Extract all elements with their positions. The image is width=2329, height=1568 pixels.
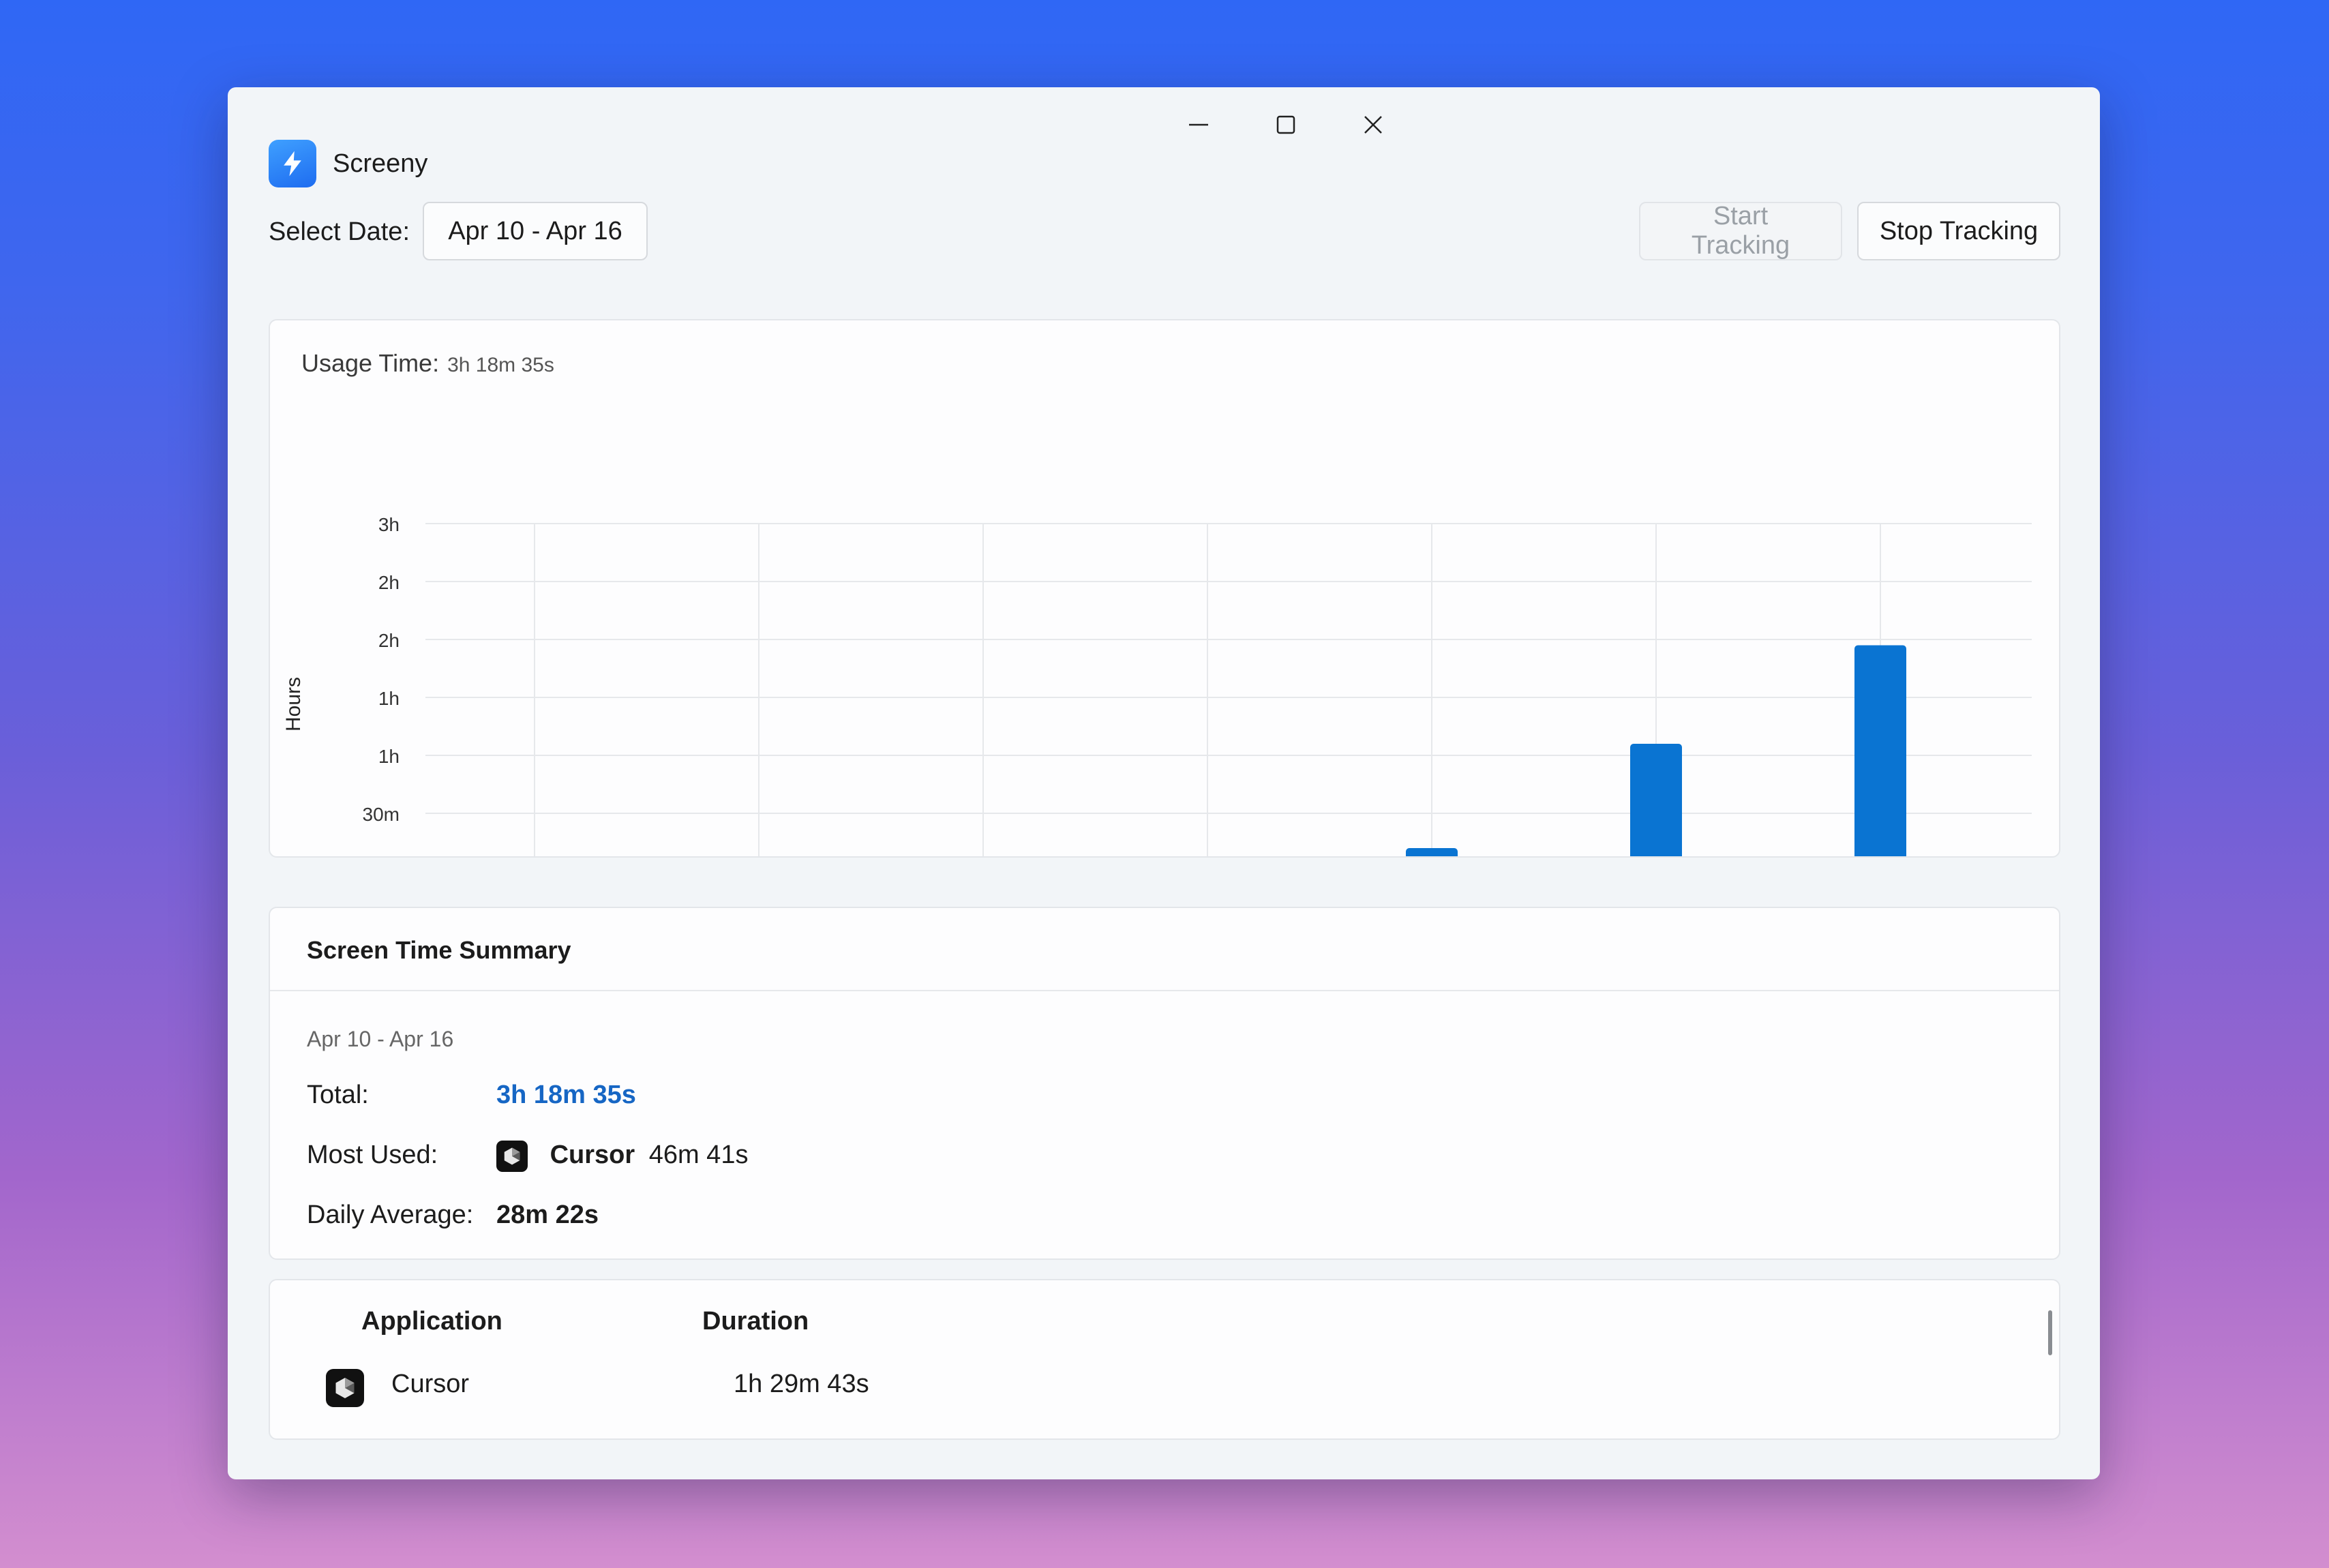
stop-tracking-button[interactable]: Stop Tracking: [1857, 202, 2060, 260]
most-used-app: Cursor: [550, 1141, 635, 1169]
daily-average-value: 28m 22s: [496, 1201, 599, 1229]
daily-average-label: Daily Average:: [307, 1201, 474, 1229]
total-label: Total:: [307, 1081, 369, 1109]
usage-bar-chart: 0s30m1h1h2h2h3hApr 10Apr 11Apr 12Apr 13A…: [282, 514, 2032, 856]
app-logo-icon: [269, 140, 316, 187]
y-tick-label: 2h: [378, 572, 400, 593]
start-tracking-button[interactable]: Start Tracking: [1639, 202, 1842, 260]
close-icon: [1364, 116, 1382, 134]
bar: [1854, 645, 1906, 856]
bar: [1630, 744, 1682, 856]
y-tick-label: 30m: [363, 804, 400, 825]
app-title: Screeny: [333, 149, 428, 178]
maximize-icon: [1276, 115, 1295, 134]
date-range-picker[interactable]: Apr 10 - Apr 16: [423, 202, 648, 260]
most-used-time: 46m 41s: [648, 1141, 749, 1169]
cursor-app-icon: [326, 1369, 364, 1407]
most-used-value: Cursor 46m 41s: [496, 1136, 748, 1174]
minimize-button[interactable]: [1164, 101, 1233, 149]
summary-title: Screen Time Summary: [307, 936, 571, 964]
most-used-label: Most Used:: [307, 1141, 438, 1169]
select-date-label: Select Date:: [269, 217, 410, 246]
application-table: Application Duration Cursor 1h 29m 43s: [269, 1279, 2060, 1440]
row-app-name: Cursor: [391, 1370, 470, 1398]
total-value: 3h 18m 35s: [496, 1081, 636, 1109]
usage-chart-card: Usage Time:3h 18m 35s 0s30m1h1h2h2h3hApr…: [269, 319, 2060, 858]
y-tick-label: 2h: [378, 630, 400, 651]
summary-header: Screen Time Summary: [270, 908, 2059, 991]
lightning-icon: [284, 151, 301, 177]
screen-time-summary-card: Screen Time Summary Apr 10 - Apr 16 Tota…: [269, 907, 2060, 1260]
y-axis-label: Hours: [282, 677, 305, 732]
duration-column-header[interactable]: Duration: [702, 1302, 809, 1340]
bar: [1406, 848, 1458, 856]
row-duration: 1h 29m 43s: [734, 1370, 869, 1398]
close-button[interactable]: [1339, 101, 1407, 149]
y-tick-label: 1h: [378, 688, 400, 709]
cursor-app-icon: [496, 1140, 528, 1172]
maximize-button[interactable]: [1252, 101, 1320, 149]
table-scrollbar[interactable]: [2048, 1310, 2052, 1355]
app-window: Screeny Select Date: Apr 10 - Apr 16 Sta…: [228, 87, 2100, 1479]
application-column-header[interactable]: Application: [361, 1302, 502, 1340]
y-tick-label: 1h: [378, 746, 400, 767]
summary-date-range: Apr 10 - Apr 16: [307, 1027, 454, 1051]
minimize-icon: [1189, 123, 1208, 126]
y-tick-label: 3h: [378, 514, 400, 535]
